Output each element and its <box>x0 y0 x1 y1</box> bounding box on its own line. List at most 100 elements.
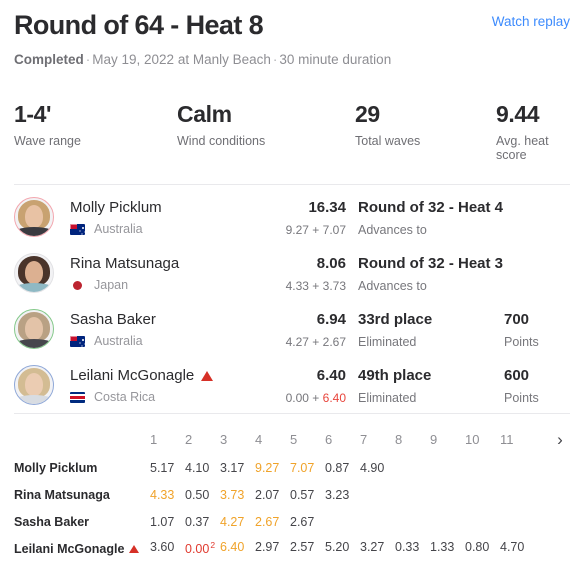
heat-total-score: 8.06 <box>316 254 346 272</box>
result-status: Eliminated <box>358 390 417 405</box>
table-row[interactable]: Sasha Baker Australia 6.94 4.27 + 2.67 3… <box>14 301 570 357</box>
wave-table-row: Rina Matsunaga 4.33 0.50 3.73 2.07 0.57 3.23 <box>14 481 570 508</box>
athlete-name-row: Rina Matsunaga <box>70 254 254 273</box>
chevron-right-icon[interactable]: › <box>550 431 570 448</box>
wave-score-cell: 3.17 <box>220 460 245 475</box>
watch-replay-link[interactable]: Watch replay <box>492 14 570 29</box>
points-column: 700 Points <box>504 310 570 349</box>
wave-score-cell <box>500 461 535 475</box>
athlete-identity: Molly Picklum Australia <box>70 198 254 236</box>
wave-score-cell <box>430 461 465 475</box>
page-title: Round of 64 - Heat 8 <box>14 10 264 40</box>
avatar <box>14 365 54 405</box>
wave-score-cell <box>430 488 465 502</box>
wave-score-cell: 0.87 <box>325 460 350 475</box>
wave-score-cell: 0.80 <box>465 540 490 555</box>
wave-column-header: 8 <box>395 431 403 447</box>
score-column: 8.06 4.33 + 3.73 <box>254 254 358 293</box>
athlete-identity: Rina Matsunaga Japan <box>70 254 254 292</box>
conditions-stats: 1-4' Wave range Calm Wind conditions 29 … <box>14 101 570 184</box>
table-row[interactable]: Rina Matsunaga Japan 8.06 4.33 + 3.73 Ro… <box>14 245 570 301</box>
athlete-name: Sasha Baker <box>14 514 90 529</box>
wave-column-header: 1 <box>150 431 158 447</box>
wave-score-cell <box>500 488 535 502</box>
wave-score-cells: 5.17 4.10 3.17 9.27 7.07 0.87 4.90 <box>150 461 550 475</box>
athlete-name: Molly Picklum <box>14 460 98 475</box>
heat-header: Round of 64 - Heat 8 Watch replay Comple… <box>14 0 570 68</box>
wave-score-cell <box>500 515 535 529</box>
wave-column-header: 10 <box>465 431 480 447</box>
score-part-b: 6.40 <box>322 390 346 405</box>
flag-japan-icon <box>72 280 83 291</box>
athlete-name: Sasha Baker <box>70 311 156 328</box>
wave-column-header: 11 <box>500 431 514 447</box>
wave-score-cell <box>465 461 500 475</box>
wave-column-header: 7 <box>360 431 368 447</box>
wave-score-cell: 4.33 <box>150 487 175 502</box>
result-column: 49th place Eliminated <box>358 366 504 405</box>
wave-column-header: 6 <box>325 431 333 447</box>
score-part-b: 3.73 <box>322 278 346 293</box>
athlete-country: Costa Rica <box>94 390 156 404</box>
wave-row-athlete-name: Rina Matsunaga <box>14 488 150 502</box>
wave-score-cell <box>465 488 500 502</box>
wave-score-cell: 4.70 <box>500 540 525 555</box>
wave-score-cell: 3.60 <box>150 540 175 555</box>
stat-label: Wind conditions <box>177 134 266 148</box>
wave-score-cell: 4.90 <box>360 460 385 475</box>
wave-score-cell <box>360 488 395 502</box>
wave-score-cell: 2.07 <box>255 487 280 502</box>
points-value: 700 <box>504 310 530 328</box>
wave-score-cell: 4.10 <box>185 460 210 475</box>
wave-score-cell: 5.17 <box>150 460 175 475</box>
stat-value: Calm <box>177 101 232 127</box>
result-destination: 33rd place <box>358 310 433 328</box>
result-status: Advances to <box>358 222 427 237</box>
stat-label: Avg. heat score <box>496 134 549 162</box>
athlete-name: Rina Matsunaga <box>14 487 110 502</box>
score-column: 16.34 9.27 + 7.07 <box>254 198 358 237</box>
stat-value: 29 <box>355 101 380 127</box>
wave-score-cells: 3.60 0.002 6.40 2.97 2.57 5.20 3.27 0.33 1.33 0.8… <box>150 540 550 556</box>
points-column <box>504 214 570 220</box>
wave-score-superscript: 2 <box>210 540 216 551</box>
wave-score-cell: 9.27 <box>255 460 280 475</box>
athlete-name-row: Sasha Baker <box>70 310 254 329</box>
wave-score-cell: 0.57 <box>290 487 315 502</box>
athlete-name: Leilani McGonagle <box>70 367 195 384</box>
wave-score-cell: 0.33 <box>395 540 420 555</box>
wave-score-cell <box>395 488 430 502</box>
athlete-name-row: Leilani McGonagle <box>70 366 254 385</box>
table-row[interactable]: Leilani McGonagle Costa Rica 6.40 0.00 +… <box>14 357 570 413</box>
wave-score-cell: 0.50 <box>185 487 210 502</box>
wave-score-cell: 4.27 <box>220 514 245 529</box>
wave-score-cell: 3.73 <box>220 487 245 502</box>
heat-detail-page: Round of 64 - Heat 8 Watch replay Comple… <box>0 0 584 571</box>
score-column: 6.94 4.27 + 2.67 <box>254 310 358 349</box>
result-column: Round of 32 - Heat 3 Advances to <box>358 254 504 293</box>
wave-table-row: Sasha Baker 1.07 0.37 4.27 2.67 2.67 <box>14 508 570 535</box>
wave-table-body: Molly Picklum 5.17 4.10 3.17 9.27 7.07 0.87 4.9… <box>14 454 570 562</box>
wave-table-header: 1 2 3 4 5 6 7 8 9 10 11 › <box>14 424 570 454</box>
score-part-a: 0.00 <box>285 390 309 405</box>
wave-column-header: 5 <box>290 431 298 447</box>
wave-score-cell: 7.07 <box>290 460 315 475</box>
flag-costarica-icon <box>70 391 85 403</box>
points-label: Points <box>504 334 539 349</box>
result-destination: Round of 32 - Heat 4 <box>358 198 504 216</box>
score-part-a: 4.33 <box>285 278 309 293</box>
wave-table-row: Leilani McGonagle 3.60 0.002 6.40 2.97 2.57 5.… <box>14 535 570 562</box>
stat-value: 1-4' <box>14 101 52 127</box>
score-part-a: 9.27 <box>285 222 309 237</box>
heat-total-score: 6.40 <box>316 366 346 384</box>
wave-score-cell: 2.57 <box>290 540 315 555</box>
wave-score-cell <box>430 515 465 529</box>
table-row[interactable]: Molly Picklum Australia 16.34 9.27 + 7.0… <box>14 189 570 245</box>
athlete-country-row: Australia <box>70 334 254 348</box>
athlete-name: Leilani McGonagle <box>14 541 125 556</box>
result-destination: 49th place <box>358 366 432 384</box>
wave-score-cells: 1.07 0.37 4.27 2.67 2.67 <box>150 515 550 529</box>
wave-score-cell: 2.97 <box>255 540 280 555</box>
athlete-name-row: Molly Picklum <box>70 198 254 217</box>
athlete-identity: Sasha Baker Australia <box>70 310 254 348</box>
